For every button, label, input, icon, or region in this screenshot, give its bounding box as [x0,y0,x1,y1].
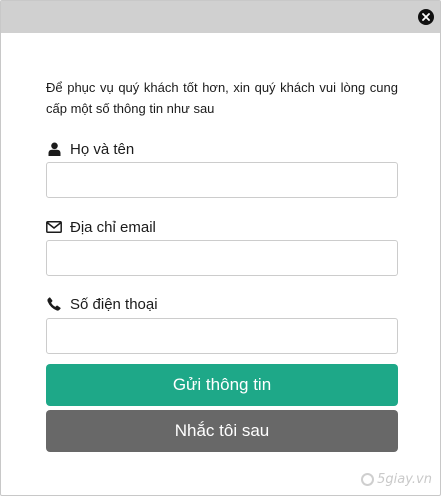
phone-label: Số điện thoại [46,294,158,314]
watermark: 5giay.vn [361,472,432,487]
user-icon [46,141,62,157]
remind-later-button[interactable]: Nhắc tôi sau [46,410,398,452]
watermark-text: 5giay.vn [377,472,432,487]
name-input[interactable] [46,162,398,198]
name-label: Họ và tên [46,139,134,159]
dialog-title-bar [1,1,440,33]
phone-label-text: Số điện thoại [70,295,158,313]
close-button[interactable] [418,9,434,25]
email-label-text: Địa chỉ email [70,218,156,236]
email-input[interactable] [46,240,398,276]
close-icon [422,13,430,21]
intro-text: Để phục vụ quý khách tốt hơn, xin quý kh… [46,80,398,116]
name-label-text: Họ và tên [70,140,135,158]
email-label: Địa chỉ email [46,217,156,237]
phone-icon [46,296,62,312]
phone-input[interactable] [46,318,398,354]
submit-button[interactable]: Gửi thông tin [46,364,398,406]
watermark-logo-icon [361,473,375,486]
info-request-dialog: Để phục vụ quý khách tốt hơn, xin quý kh… [0,0,441,496]
envelope-icon [46,219,62,235]
